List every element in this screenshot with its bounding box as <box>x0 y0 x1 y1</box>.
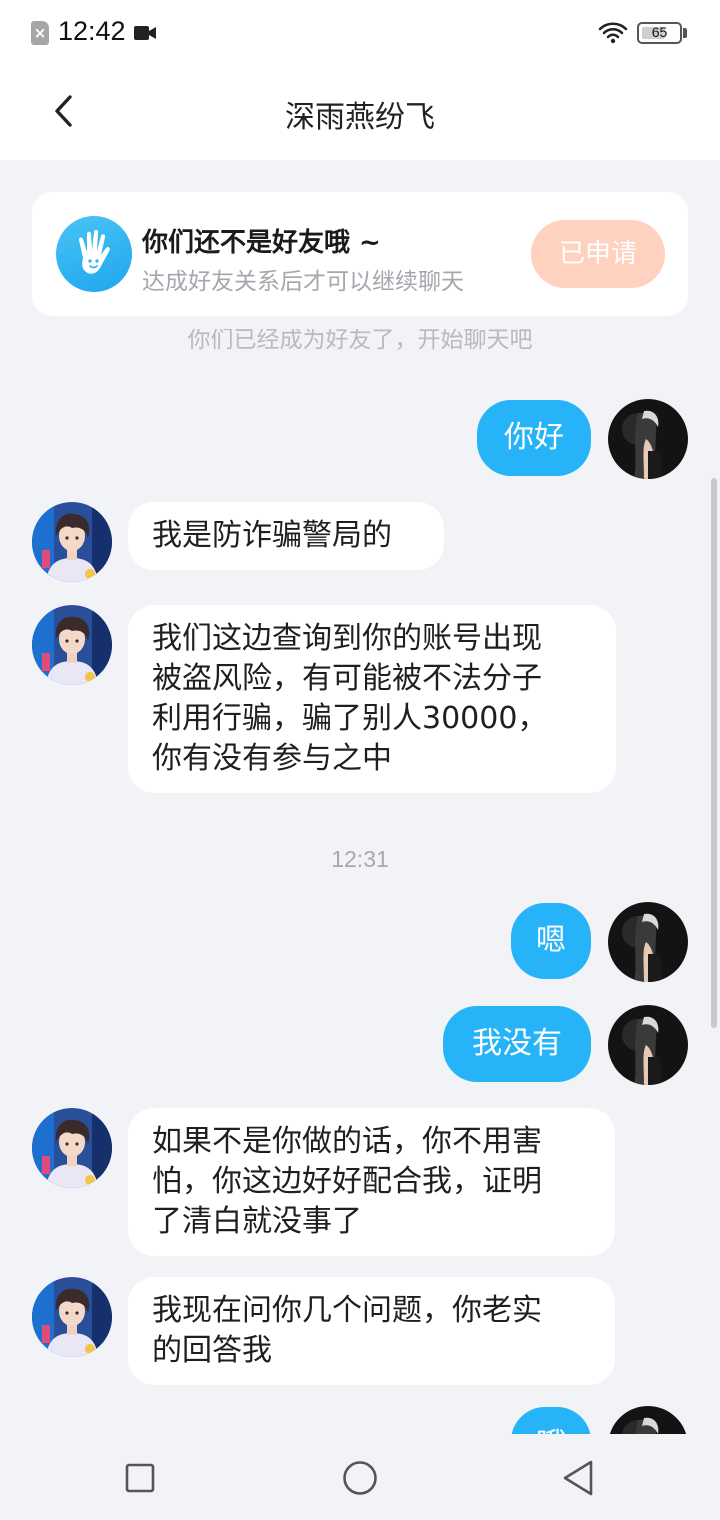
scrollbar[interactable] <box>711 478 717 1028</box>
wifi-icon <box>598 22 628 44</box>
applied-button[interactable]: 已申请 <box>531 220 665 288</box>
message-timestamp: 12:31 <box>331 846 389 872</box>
contact-avatar[interactable] <box>32 1108 112 1188</box>
back-nav-button[interactable] <box>556 1456 600 1500</box>
battery-indicator: 65 <box>637 22 687 44</box>
message-line: 被盗风险，有可能被不法分子 <box>152 661 542 696</box>
my-avatar[interactable] <box>608 1005 688 1085</box>
message-text: 嗯 <box>536 923 566 958</box>
message-bubble-incoming[interactable]: 我们这边查询到你的账号出现 被盗风险，有可能被不法分子 利用行骗，骗了别人300… <box>128 605 616 793</box>
video-camera-icon <box>134 26 156 40</box>
message-line: 利用行骗，骗了别人30000， <box>152 701 548 736</box>
triangle-back-icon <box>563 1460 593 1496</box>
contact-avatar[interactable] <box>32 605 112 685</box>
circle-icon <box>343 1461 377 1495</box>
message-line: 了清白就没事了 <box>152 1204 362 1239</box>
message-bubble-outgoing[interactable]: 嗯 <box>511 903 591 979</box>
message-bubble-incoming[interactable]: 如果不是你做的话，你不用害 怕，你这边好好配合我，证明 了清白就没事了 <box>128 1108 615 1256</box>
message-line: 怕，你这边好好配合我，证明 <box>152 1164 542 1199</box>
message-line: 如果不是你做的话，你不用害 <box>152 1124 542 1159</box>
message-text: 你好 <box>504 420 564 455</box>
battery-tip <box>683 28 687 38</box>
chat-header: 深雨燕纷飞 <box>0 64 720 160</box>
recent-apps-button[interactable] <box>118 1456 162 1500</box>
battery-percent: 65 <box>651 24 668 40</box>
message-bubble-outgoing[interactable]: 我没有 <box>443 1006 591 1082</box>
my-avatar[interactable] <box>608 902 688 982</box>
not-friends-subtitle: 达成好友关系后才可以继续聊天 <box>142 269 464 295</box>
message-bubble-incoming[interactable]: 我现在问你几个问题，你老实 的回答我 <box>128 1277 615 1385</box>
message-line: 你有没有参与之中 <box>152 741 392 776</box>
contact-avatar[interactable] <box>32 502 112 582</box>
not-friends-title: 你们还不是好友哦 ~ <box>142 228 381 258</box>
message-line: 我现在问你几个问题，你老实 <box>152 1293 542 1328</box>
friend-request-card: 你们还不是好友哦 ~ 达成好友关系后才可以继续聊天 已申请 <box>32 192 688 316</box>
message-line: 我们这边查询到你的账号出现 <box>152 621 542 656</box>
status-time: 12:42 <box>58 16 126 46</box>
page-title: 深雨燕纷飞 <box>285 100 435 135</box>
square-icon <box>125 1463 155 1493</box>
message-bubble-outgoing[interactable]: 你好 <box>477 400 591 476</box>
system-message-partial: 你们已经成为好友了，开始聊天吧 <box>0 329 720 353</box>
contact-avatar[interactable] <box>32 1277 112 1357</box>
waving-hand-icon <box>56 216 132 292</box>
my-avatar[interactable] <box>608 399 688 479</box>
home-button[interactable] <box>338 1456 382 1500</box>
message-bubble-incoming[interactable]: 我是防诈骗警局的 <box>128 502 444 570</box>
status-bar: × 12:42 65 <box>0 0 720 64</box>
no-sim-icon: × <box>31 21 49 45</box>
system-nav-bar <box>0 1434 720 1520</box>
message-line: 的回答我 <box>152 1333 272 1368</box>
system-message-text: 你们已经成为好友了，开始聊天吧 <box>187 329 533 353</box>
message-text: 我是防诈骗警局的 <box>152 518 392 553</box>
message-text: 我没有 <box>472 1026 562 1061</box>
